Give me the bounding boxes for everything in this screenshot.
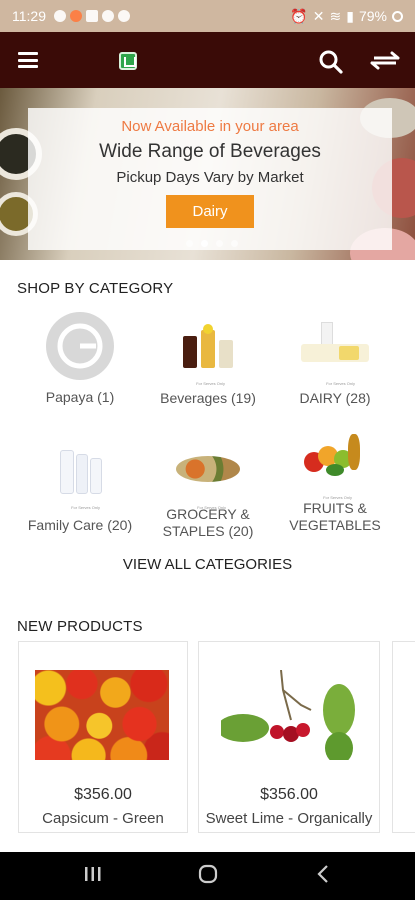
banner-cta-button[interactable]: Dairy	[166, 195, 254, 228]
alarm-icon: ⏰	[290, 7, 308, 24]
category-beverages[interactable]: For Serves Only Beverages (19)	[143, 316, 273, 407]
back-icon[interactable]	[316, 864, 330, 884]
app-bar	[0, 32, 415, 88]
category-grocery-staples[interactable]: For Serves Only GROCERY & STAPLES (20)	[143, 440, 273, 540]
category-papaya[interactable]: Papaya (1)	[15, 312, 145, 406]
status-time: 11:29	[12, 8, 46, 24]
shop-by-category-title: SHOP BY CATEGORY	[17, 280, 174, 297]
notification-icons	[54, 10, 130, 22]
for-display-only-text: For Serves Only	[196, 381, 225, 386]
category-label: Family Care (20)	[27, 517, 133, 533]
fruits-vegetables-image: For Serves Only	[300, 430, 370, 500]
category-label: Beverages (19)	[160, 390, 256, 406]
battery-text: 79%	[358, 8, 387, 24]
carousel-dot[interactable]	[201, 240, 208, 247]
category-label: DAIRY (28)	[299, 390, 371, 406]
facebook-icon	[118, 10, 130, 22]
for-display-only-text: For Serves Only	[197, 505, 226, 510]
product-card[interactable]: $356.00 Capsicum - Green	[18, 641, 188, 833]
for-display-only-text: For Serves Only	[71, 505, 100, 510]
location-icon	[54, 10, 66, 22]
banner-subtext: Pickup Days Vary by Market	[116, 169, 304, 186]
for-display-only-text: For Serves Only	[323, 495, 352, 500]
category-label: GROCERY & STAPLES (20)	[162, 506, 254, 539]
banner-availability: Now Available in your area	[121, 118, 299, 135]
product-card-partial[interactable]	[392, 641, 415, 833]
category-fruits-vegetables[interactable]: For Serves Only FRUITS & VEGETABLES (31)	[270, 430, 400, 534]
banner-panel: Now Available in your area Wide Range of…	[28, 108, 392, 250]
carousel-dot[interactable]	[216, 240, 223, 247]
product-name: Sweet Lime - Organically	[205, 810, 373, 827]
hamburger-menu-icon[interactable]	[18, 52, 38, 68]
status-bar: 11:29 ⏰ ✕ ≋ ▮ 79%	[0, 0, 415, 32]
placeholder-logo-icon	[46, 312, 114, 380]
product-name: Capsicum - Green	[42, 810, 164, 827]
product-card[interactable]: $356.00 Sweet Lime - Organically	[198, 641, 380, 833]
carousel-dot[interactable]	[231, 240, 238, 247]
mute-icon: ✕	[312, 7, 325, 24]
grocery-image: For Serves Only	[172, 440, 244, 510]
fire-icon	[70, 10, 82, 22]
home-icon[interactable]	[198, 864, 218, 884]
image-icon	[86, 10, 98, 22]
beverages-image: For Serves Only	[173, 316, 243, 386]
family-care-image: For Serves Only	[42, 440, 118, 510]
carousel-dot[interactable]	[186, 240, 193, 247]
product-price: $356.00	[260, 786, 318, 803]
product-price: $356.00	[74, 786, 132, 803]
for-display-only-text: For Serves Only	[326, 381, 355, 386]
view-all-categories-link[interactable]: VIEW ALL CATEGORIES	[0, 556, 415, 573]
carousel-dots	[186, 240, 238, 247]
category-label: Papaya (1)	[45, 389, 115, 405]
system-navigation-bar	[0, 852, 415, 900]
facebook-icon	[102, 10, 114, 22]
category-dairy[interactable]: For Serves Only DAIRY (28)	[270, 316, 400, 407]
category-family-care[interactable]: For Serves Only Family Care (20)	[15, 440, 145, 534]
recent-apps-icon[interactable]	[84, 864, 102, 884]
app-logo-icon[interactable]	[119, 52, 137, 70]
dairy-image: For Serves Only	[297, 316, 373, 386]
promo-banner[interactable]: Now Available in your area Wide Range of…	[0, 88, 415, 260]
banner-headline: Wide Range of Beverages	[99, 141, 321, 162]
battery-icon	[392, 10, 403, 22]
signal-icon: ▮	[346, 7, 354, 24]
swap-arrows-icon[interactable]	[370, 48, 400, 74]
cherries-image	[221, 670, 355, 760]
product-image	[35, 670, 169, 760]
wifi-icon: ≋	[329, 7, 342, 24]
new-products-title: NEW PRODUCTS	[17, 618, 143, 635]
search-icon[interactable]	[318, 49, 344, 75]
cart-g-icon	[57, 323, 103, 369]
product-image	[221, 670, 357, 760]
category-label: FRUITS & VEGETABLES (31)	[289, 500, 381, 533]
